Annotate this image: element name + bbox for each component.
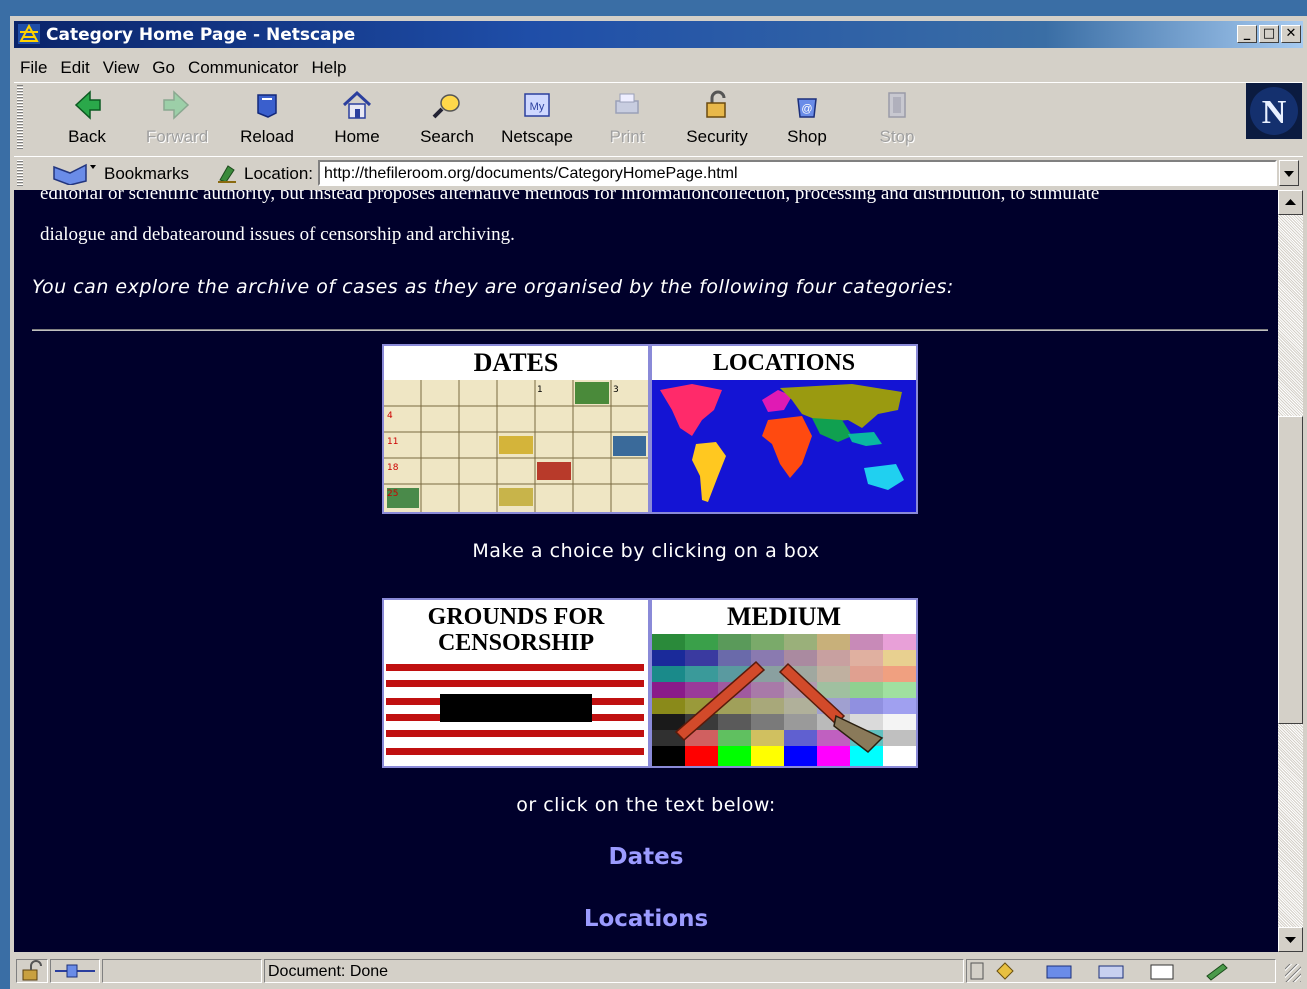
menu-file[interactable]: File [14, 54, 54, 78]
scroll-up-button[interactable] [1278, 190, 1303, 215]
arrow-up-icon [1285, 199, 1296, 205]
horizontal-rule [32, 329, 1268, 331]
vertical-scrollbar[interactable] [1278, 190, 1303, 952]
svg-text:N: N [1262, 94, 1287, 131]
maximize-button[interactable]: □ [1259, 25, 1279, 43]
scroll-down-button[interactable] [1278, 927, 1303, 952]
component-bar-icons [970, 962, 1228, 981]
search-icon [432, 94, 460, 119]
dates-link[interactable]: Dates [14, 844, 1278, 870]
page-content: editorial or scientific authority, but i… [14, 190, 1278, 952]
menu-view[interactable]: View [97, 54, 147, 78]
menu-edit[interactable]: Edit [54, 54, 96, 78]
reload-button[interactable]: Reload [224, 89, 310, 153]
intro-text: dialogue and debatearound issues of cens… [40, 224, 515, 245]
forward-icon [163, 90, 190, 120]
svg-text:3: 3 [613, 385, 619, 395]
svg-text:@: @ [801, 103, 812, 115]
menu-bar: File Edit View Go Communicator Help [14, 54, 1303, 80]
location-label: Location: [244, 164, 313, 183]
shop-icon: @ [797, 98, 817, 118]
color-chart-brush-illustration [652, 634, 916, 766]
stop-icon [888, 92, 906, 118]
netscape-logo[interactable]: N [1246, 83, 1302, 139]
location-toolbar: Bookmarks Location: http://thefileroom.o… [14, 156, 1303, 189]
window-title: Category Home Page - Netscape [46, 25, 356, 45]
forward-button[interactable]: Forward [134, 89, 220, 153]
grounds-box-title: GROUNDS FOR CENSORSHIP [384, 600, 648, 656]
svg-text:4: 4 [387, 411, 393, 421]
choice-instruction: Make a choice by clicking on a box [472, 540, 820, 562]
bookmarks-label[interactable]: Bookmarks [104, 164, 189, 184]
reload-icon [257, 94, 277, 118]
back-icon [74, 90, 101, 120]
home-button[interactable]: Home [314, 89, 400, 153]
calendar-illustration: 1 3 4 11 18 25 [384, 380, 648, 512]
grounds-category-box[interactable]: GROUNDS FOR CENSORSHIP [382, 598, 650, 768]
svg-text:11: 11 [387, 437, 398, 447]
menu-help[interactable]: Help [305, 54, 353, 78]
categories-intro-text: You can explore the archive of cases as … [32, 276, 954, 298]
medium-category-box[interactable]: MEDIUM [650, 598, 918, 768]
close-button[interactable]: ✕ [1281, 25, 1301, 43]
intro-text-partial: editorial or scientific authority, but i… [40, 190, 1100, 204]
menu-go[interactable]: Go [146, 54, 182, 78]
dates-box-title: DATES [384, 346, 648, 380]
navigation-toolbar: Back Forward Reload Home Search My Netsc… [14, 82, 1303, 155]
menu-communicator[interactable]: Communicator [182, 54, 306, 78]
security-icon [706, 90, 726, 118]
chevron-down-icon [1284, 171, 1294, 177]
svg-text:18: 18 [387, 463, 399, 473]
bookmarks-icon[interactable] [50, 161, 98, 185]
dictionary-excerpt-illustration [384, 658, 648, 766]
svg-text:25: 25 [387, 489, 398, 499]
netscape-icon: My [524, 93, 550, 117]
stop-button[interactable]: Stop [854, 89, 940, 153]
minimize-button[interactable]: _ [1237, 25, 1257, 43]
locations-category-box[interactable]: LOCATIONS [650, 344, 918, 514]
scroll-thumb[interactable] [1278, 416, 1303, 724]
back-button[interactable]: Back [44, 89, 130, 153]
location-dropdown-button[interactable] [1279, 160, 1299, 186]
component-bar [966, 959, 1276, 983]
location-input[interactable]: http://thefileroom.org/documents/Categor… [318, 160, 1277, 186]
location-icon[interactable] [216, 162, 238, 184]
home-icon [342, 90, 372, 119]
status-bar: Document: Done [14, 956, 1303, 986]
netscape-button[interactable]: My Netscape [494, 89, 580, 153]
print-button[interactable]: Print [584, 89, 670, 153]
grounds-title-line1: GROUNDS FOR [427, 604, 605, 630]
security-status-cell[interactable] [16, 959, 48, 983]
netscape-app-icon [18, 24, 40, 44]
grounds-title-line2: CENSORSHIP [437, 630, 595, 656]
world-map-illustration [652, 380, 916, 512]
status-text: Document: Done [268, 963, 389, 980]
print-icon [615, 93, 639, 114]
medium-box-title: MEDIUM [652, 600, 916, 634]
title-bar: Category Home Page - Netscape _ □ ✕ [14, 21, 1303, 48]
browser-window: Category Home Page - Netscape _ □ ✕ File… [10, 16, 1307, 989]
locations-link[interactable]: Locations [14, 906, 1278, 932]
or-click-text: or click on the text below: [516, 794, 776, 816]
toolbar-grip[interactable] [17, 85, 23, 149]
dates-category-box[interactable]: DATES 1 3 4 11 18 25 [382, 344, 650, 514]
arrow-down-icon [1285, 937, 1296, 943]
locations-box-title: LOCATIONS [652, 346, 916, 380]
resize-grip[interactable] [1285, 964, 1301, 982]
search-button[interactable]: Search [404, 89, 490, 153]
connection-icon [55, 964, 95, 978]
unlocked-padlock-icon [22, 960, 42, 981]
shop-button[interactable]: @ Shop [764, 89, 850, 153]
connection-status-cell [50, 959, 100, 983]
svg-text:1: 1 [537, 385, 543, 395]
progress-cell [102, 959, 262, 983]
svg-text:My: My [530, 101, 545, 113]
netscape-n-logo-icon: N [1246, 83, 1302, 139]
location-grip[interactable] [17, 160, 23, 186]
security-button[interactable]: Security [674, 89, 760, 153]
